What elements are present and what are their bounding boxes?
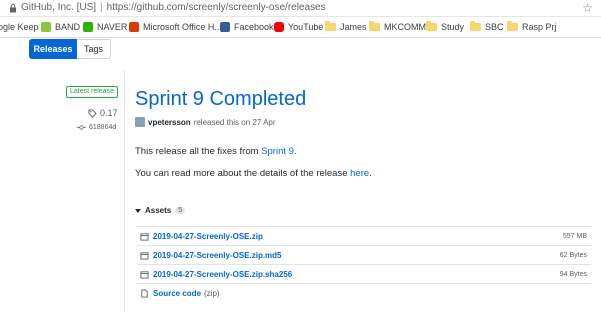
asset-row[interactable]: 2019-04-27-Screenly-OSE.zip 557 MB (137, 226, 591, 245)
paragraph-text: . (293, 146, 297, 157)
paragraph-text: . (369, 168, 372, 179)
naver-icon (83, 22, 93, 32)
bookmark-label: James (340, 22, 367, 32)
package-icon (140, 232, 149, 241)
tag-label: 0.17 (100, 108, 118, 118)
bookmark-facebook[interactable]: Facebook (220, 22, 274, 32)
bookmark-office[interactable]: Microsoft Office H... (129, 22, 222, 32)
release-tag[interactable]: 0.17 (88, 108, 118, 118)
url-separator: | (100, 2, 103, 13)
bookmark-folder-rasp-prj[interactable]: Rasp Prj (507, 21, 557, 32)
folder-icon (369, 21, 380, 31)
bookmark-label: Microsoft Office H... (143, 22, 222, 32)
url-display[interactable]: GitHub, Inc. [US] | https://github.com/scr… (21, 2, 326, 13)
commit-hash: 618864d (89, 124, 117, 131)
asset-size: 557 MB (562, 232, 587, 240)
address-bar[interactable]: GitHub, Inc. [US] | https://github.com/scr… (0, 0, 601, 17)
released-date-text: released this on 27 Apr (193, 117, 276, 127)
bookmark-star-icon[interactable]: ☆ (582, 1, 593, 15)
lock-icon (10, 3, 16, 13)
tag-icon (88, 108, 97, 118)
file-zip-icon (141, 288, 148, 298)
release-notes-paragraph-1: This release all the fixes from Sprint 9… (135, 146, 297, 157)
bookmark-label: BAND (55, 22, 81, 32)
source-code-row[interactable]: Source code (zip) (137, 283, 591, 302)
bookmark-label: NAVER (97, 22, 128, 32)
asset-row[interactable]: 2019-04-27-Screenly-OSE.zip.sha256 94 By… (137, 264, 591, 283)
bookmark-label: SBC (485, 22, 504, 32)
bookmark-folder-mkcomms[interactable]: MKCOMMS (369, 21, 432, 32)
bookmark-label: ogle Keep (0, 22, 39, 32)
bookmark-folder-sbc[interactable]: SBC (470, 21, 504, 32)
asset-size: 62 Bytes (559, 251, 587, 259)
bookmark-label: MKCOMMS (384, 22, 432, 32)
avatar[interactable] (135, 117, 145, 127)
bookmark-band[interactable]: BAND (41, 22, 80, 32)
assets-label: Assets (145, 206, 172, 215)
tab-tags[interactable]: Tags (77, 39, 111, 59)
folder-icon (426, 21, 437, 31)
asset-row[interactable]: 2019-04-27-Screenly-OSE.zip.md5 62 Bytes (137, 245, 591, 264)
band-icon (41, 22, 51, 32)
details-link[interactable]: here (350, 168, 369, 179)
bookmark-folder-study[interactable]: Study (426, 21, 465, 32)
paragraph-text: This release all the fixes from (135, 146, 262, 157)
tab-releases[interactable]: Releases (29, 39, 77, 59)
asset-name[interactable]: 2019-04-27-Screenly-OSE.zip.md5 (153, 251, 282, 260)
source-code-label[interactable]: Source code (153, 289, 201, 298)
assets-count-badge: 5 (175, 207, 186, 214)
office-icon (129, 22, 139, 32)
caret-down-icon (135, 208, 141, 213)
release-commit[interactable]: 618864d (77, 124, 116, 131)
asset-name[interactable]: 2019-04-27-Screenly-OSE.zip (153, 232, 263, 241)
bookmark-label: Facebook (234, 22, 274, 32)
release-divider (124, 70, 125, 312)
sprint-link[interactable]: Sprint 9 (261, 146, 294, 157)
site-identity: GitHub, Inc. [US] (21, 2, 97, 13)
package-icon (140, 270, 149, 279)
folder-icon (470, 21, 481, 31)
bookmark-label: Rasp Prj (522, 22, 557, 32)
youtube-icon (274, 22, 284, 32)
asset-size: 94 Bytes (559, 270, 587, 278)
release-author-line: vpetersson released this on 27 Apr (135, 117, 276, 127)
commit-icon (77, 125, 86, 130)
bookmark-youtube[interactable]: YouTube (274, 22, 323, 32)
assets-toggle[interactable]: Assets 5 (135, 206, 186, 215)
bookmark-label: Study (441, 22, 465, 32)
package-icon (140, 251, 149, 260)
facebook-icon (220, 22, 230, 32)
bookmark-label: YouTube (288, 22, 324, 32)
url-text: https://github.com/screenly/screenly-ose… (106, 2, 326, 13)
source-code-format: (zip) (204, 288, 220, 298)
folder-icon (325, 21, 336, 31)
bookmark-folder-james[interactable]: James (325, 21, 367, 32)
release-notes-paragraph-2: You can read more about the details of t… (135, 168, 372, 179)
release-title[interactable]: Sprint 9 Completed (135, 88, 306, 111)
asset-name[interactable]: 2019-04-27-Screenly-OSE.zip.sha256 (153, 270, 292, 279)
bookmark-keep[interactable]: ogle Keep (0, 22, 39, 32)
bookmarks-bar: ogle Keep BAND NAVER Microsoft Office H.… (0, 18, 601, 38)
latest-release-badge: Latest release (66, 86, 118, 98)
paragraph-text: You can read more about the details of t… (135, 168, 351, 179)
author-link[interactable]: vpetersson (148, 118, 191, 127)
assets-list: 2019-04-27-Screenly-OSE.zip 557 MB 2019-… (137, 226, 591, 302)
folder-icon (507, 21, 518, 31)
bookmark-naver[interactable]: NAVER (83, 22, 127, 32)
